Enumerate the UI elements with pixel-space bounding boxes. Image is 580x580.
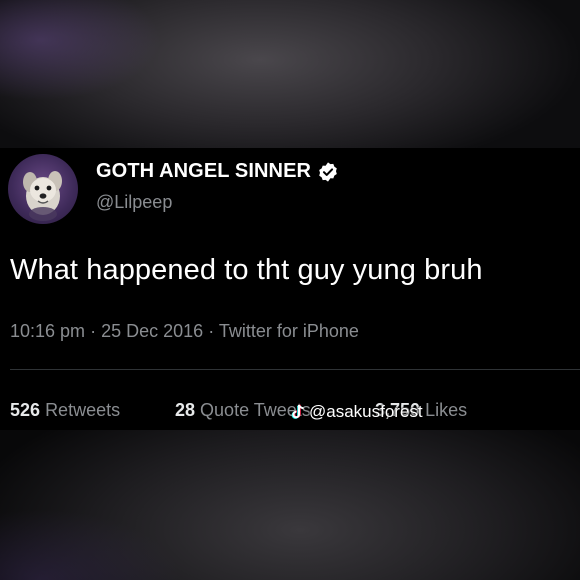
verified-badge-icon <box>317 161 339 183</box>
divider <box>10 369 580 370</box>
likes-label: Likes <box>425 400 468 420</box>
tweet-date[interactable]: 25 Dec 2016 <box>101 321 203 341</box>
quotes-count: 28 <box>175 400 196 420</box>
name-row: GOTH ANGEL SINNER <box>96 160 339 183</box>
blurred-background-top <box>0 0 580 148</box>
tweet-meta: 10:16 pm · 25 Dec 2016 · Twitter for iPh… <box>10 321 359 342</box>
retweets-stat[interactable]: 526 Retweets <box>10 400 120 421</box>
screenshot-frame: GOTH ANGEL SINNER @Lilpeep What happened… <box>0 0 580 580</box>
dog-photo-icon <box>23 171 62 221</box>
tiktok-watermark: @asakusforest <box>291 402 423 422</box>
tweet-card: GOTH ANGEL SINNER @Lilpeep What happened… <box>0 148 580 430</box>
blurred-background-bottom <box>0 430 580 580</box>
tiktok-icon <box>291 404 305 420</box>
tweet-time[interactable]: 10:16 pm <box>10 321 85 341</box>
separator: · <box>208 321 215 341</box>
tweet-source[interactable]: Twitter for iPhone <box>219 321 359 341</box>
user-handle[interactable]: @Lilpeep <box>96 192 172 213</box>
display-name[interactable]: GOTH ANGEL SINNER <box>96 160 311 183</box>
retweets-label: Retweets <box>45 400 121 420</box>
watermark-text: @asakusforest <box>309 402 423 421</box>
avatar[interactable] <box>8 154 78 224</box>
tweet-text: What happened to tht guy yung bruh <box>10 254 483 286</box>
separator: · <box>90 321 97 341</box>
retweets-count: 526 <box>10 400 41 420</box>
